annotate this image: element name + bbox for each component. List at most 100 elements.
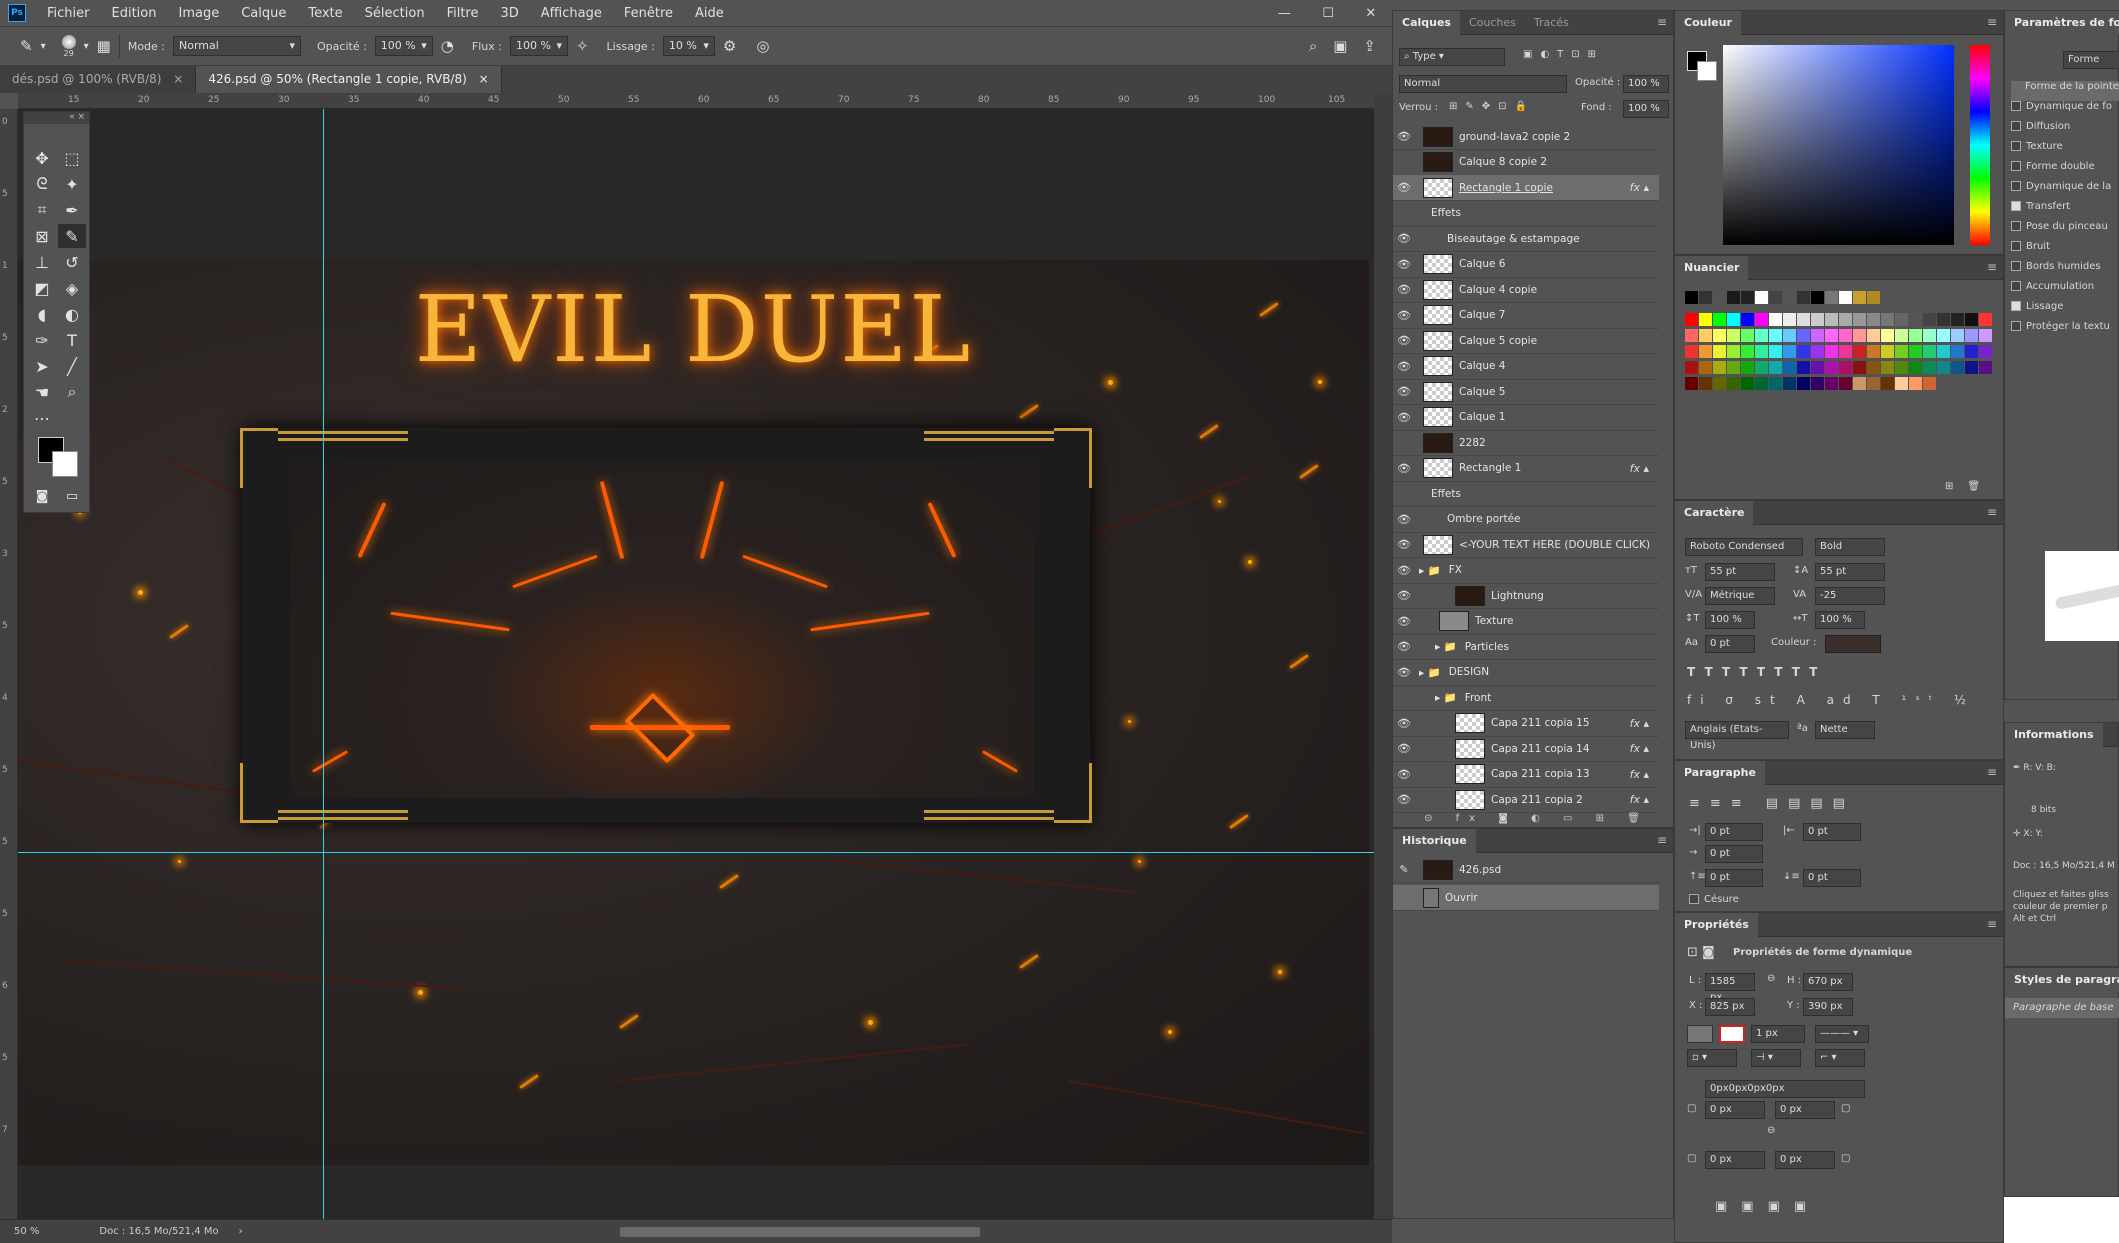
- color-swatch[interactable]: [1923, 377, 1936, 390]
- color-swatch[interactable]: [1909, 377, 1922, 390]
- color-swatch[interactable]: [1839, 313, 1852, 326]
- language-select[interactable]: Anglais (Etats-Unis): [1685, 721, 1789, 751]
- blur-tool-icon[interactable]: ◖: [28, 302, 56, 326]
- tab-paths[interactable]: Tracés: [1525, 11, 1578, 35]
- color-swatch[interactable]: [1699, 377, 1712, 390]
- lasso-tool-icon[interactable]: ᘓ: [28, 172, 56, 196]
- dropdown-arrow-icon[interactable]: ▾: [41, 41, 46, 52]
- color-swatch[interactable]: [1867, 291, 1880, 304]
- checkbox[interactable]: [2011, 101, 2021, 111]
- color-swatch[interactable]: [1769, 377, 1782, 390]
- smoothing-settings-gear-icon[interactable]: ⚙: [723, 37, 736, 55]
- color-swatch[interactable]: [1965, 361, 1978, 374]
- eye-icon[interactable]: 👁: [1393, 666, 1415, 679]
- layer-row[interactable]: 👁 Calque 4 copie: [1393, 277, 1659, 303]
- brush-option-item[interactable]: Forme de la pointe: [2011, 81, 2119, 101]
- close-icon[interactable]: ×: [173, 72, 183, 86]
- eye-icon[interactable]: 👁: [1393, 564, 1415, 577]
- radius-tl-field[interactable]: 0 px: [1705, 1101, 1765, 1119]
- color-swatch[interactable]: [1727, 313, 1740, 326]
- space-before-field[interactable]: 0 pt: [1705, 869, 1763, 887]
- stroke-type-select[interactable]: ——— ▾: [1815, 1025, 1869, 1043]
- history-brush-icon[interactable]: ↺: [58, 250, 86, 274]
- color-swatch[interactable]: [1937, 361, 1950, 374]
- height-field[interactable]: 670 px: [1803, 973, 1853, 991]
- font-size-field[interactable]: 55 pt: [1705, 563, 1775, 581]
- menu-image[interactable]: Image: [167, 0, 230, 27]
- color-swatch[interactable]: [1713, 377, 1726, 390]
- hand-tool-icon[interactable]: ☚: [28, 380, 56, 404]
- layer-row[interactable]: 👁 Calque 6: [1393, 252, 1659, 278]
- y-field[interactable]: 390 px: [1803, 998, 1853, 1016]
- panel-menu-icon[interactable]: ≡: [1987, 15, 1997, 29]
- color-swatch[interactable]: [1853, 313, 1866, 326]
- color-swatch[interactable]: [1727, 361, 1740, 374]
- color-swatch[interactable]: [1811, 291, 1824, 304]
- kerning-field[interactable]: Métrique: [1705, 587, 1775, 605]
- brush-option-item[interactable]: Bords humides: [2011, 261, 2119, 281]
- eraser-tool-icon[interactable]: ◩: [28, 276, 56, 300]
- color-swatch[interactable]: [1783, 377, 1796, 390]
- color-swatch[interactable]: [1825, 377, 1838, 390]
- panel-menu-icon[interactable]: ≡: [1657, 833, 1667, 847]
- layer-row[interactable]: 👁 <-YOUR TEXT HERE (DOUBLE CLICK): [1393, 532, 1659, 558]
- color-swatch[interactable]: [1867, 345, 1880, 358]
- color-swatch[interactable]: [1923, 313, 1936, 326]
- smoothing-field[interactable]: 10 % ▾: [662, 36, 715, 56]
- color-swatch[interactable]: [1895, 361, 1908, 374]
- eye-icon[interactable]: 👁: [1393, 360, 1415, 373]
- color-swatch[interactable]: [1741, 377, 1754, 390]
- fx-icon[interactable]: fx ▴: [1630, 181, 1649, 194]
- color-swatch[interactable]: [1797, 329, 1810, 342]
- tracking-field[interactable]: -25: [1815, 587, 1885, 605]
- menu-edition[interactable]: Edition: [101, 0, 168, 27]
- menu-texte[interactable]: Texte: [297, 0, 353, 27]
- opentype-buttons[interactable]: fi σ st A ad T ¹ˢᵗ ½: [1687, 693, 1975, 707]
- eyedropper-tool-icon[interactable]: ✒: [58, 198, 86, 222]
- antialias-select[interactable]: Nette: [1815, 721, 1875, 739]
- color-swatch[interactable]: [1853, 291, 1866, 304]
- color-swatch[interactable]: [1965, 329, 1978, 342]
- color-swatch[interactable]: [1825, 313, 1838, 326]
- lock-icons[interactable]: ⊞✎✥⊡🔒: [1449, 101, 1535, 112]
- color-swatch[interactable]: [1713, 329, 1726, 342]
- stroke-align-select[interactable]: ▫ ▾: [1687, 1049, 1737, 1067]
- color-swatch[interactable]: [1741, 329, 1754, 342]
- color-swatch[interactable]: [1895, 313, 1908, 326]
- color-swatch[interactable]: [1699, 313, 1712, 326]
- close-icon[interactable]: ✕: [1365, 6, 1376, 21]
- color-swatch[interactable]: [1755, 313, 1768, 326]
- more-tools-icon[interactable]: ⋯: [28, 406, 56, 430]
- menu-fenetre[interactable]: Fenêtre: [613, 0, 684, 27]
- marquee-tool-icon[interactable]: ⬚: [58, 146, 86, 170]
- eye-icon[interactable]: 👁: [1393, 385, 1415, 398]
- path-selection-icon[interactable]: ➤: [28, 354, 56, 378]
- opacity-field[interactable]: 100 % ▾: [374, 36, 433, 56]
- color-swatch[interactable]: [1965, 313, 1978, 326]
- history-item[interactable]: Ouvrir: [1393, 885, 1659, 911]
- color-swatch[interactable]: [1881, 377, 1894, 390]
- color-swatch[interactable]: [1797, 377, 1810, 390]
- layer-row[interactable]: 👁 ▸ 📁 FX: [1393, 558, 1659, 584]
- brush-option-item[interactable]: Bruit: [2011, 241, 2119, 261]
- color-swatch[interactable]: [1727, 291, 1740, 304]
- eye-icon[interactable]: 👁: [1393, 717, 1415, 730]
- layer-row[interactable]: 👁 Capa 211 copia 13 fx ▴: [1393, 762, 1659, 788]
- fx-icon[interactable]: fx ▴: [1630, 793, 1649, 806]
- layer-row[interactable]: 👁 Calque 5 copie: [1393, 328, 1659, 354]
- vscale-field[interactable]: 100 %: [1705, 611, 1755, 629]
- color-swatch[interactable]: [1685, 345, 1698, 358]
- tab-layers[interactable]: Calques: [1393, 10, 1460, 35]
- color-swatch[interactable]: [1811, 361, 1824, 374]
- pressure-size-icon[interactable]: ◎: [756, 37, 769, 55]
- layer-row[interactable]: ▸ 📁 Front: [1393, 685, 1659, 711]
- swatch-grid[interactable]: [1685, 291, 1995, 466]
- tab-channels[interactable]: Couches: [1460, 11, 1525, 35]
- eye-icon[interactable]: 👁: [1393, 130, 1415, 143]
- eye-icon[interactable]: 👁: [1393, 589, 1415, 602]
- text-style-buttons[interactable]: TTTTTTTT: [1687, 665, 1826, 679]
- frame-tool-icon[interactable]: ⊠: [28, 224, 56, 248]
- brush-option-item[interactable]: Texture: [2011, 141, 2119, 161]
- toolbox-header[interactable]: « ×: [24, 112, 89, 124]
- color-swatch[interactable]: [1951, 361, 1964, 374]
